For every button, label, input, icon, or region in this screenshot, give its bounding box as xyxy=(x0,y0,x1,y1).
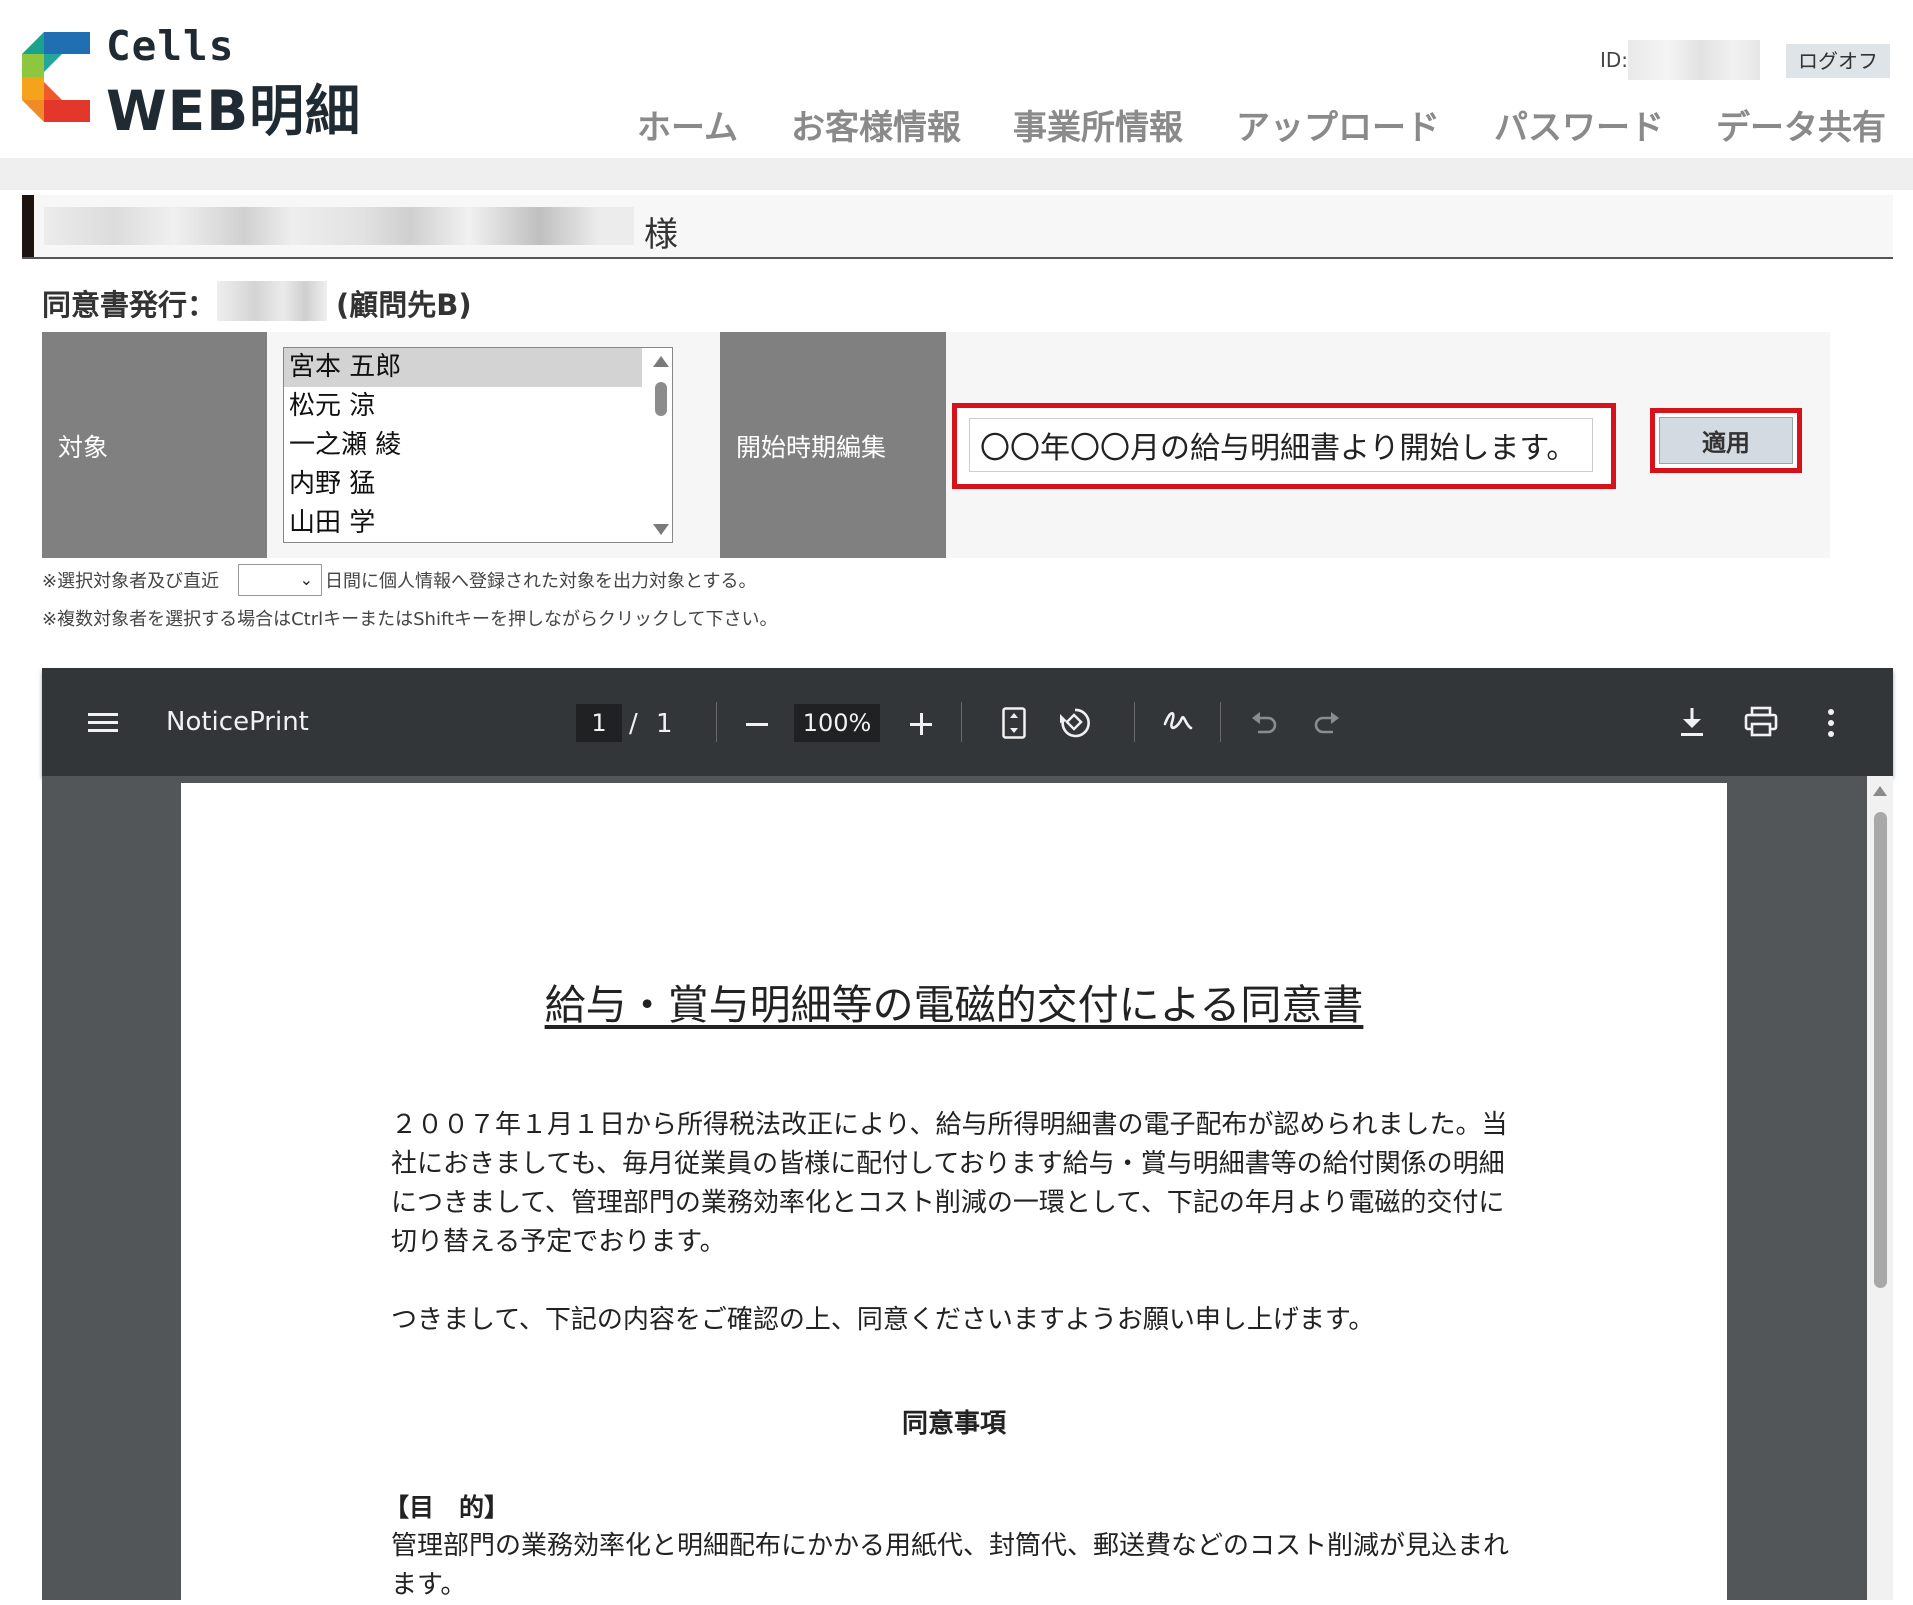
zoom-out-icon[interactable] xyxy=(746,713,768,735)
scroll-up-icon[interactable] xyxy=(1873,786,1887,796)
cells-logo-icon xyxy=(22,32,90,122)
toolbar-divider xyxy=(1134,702,1135,742)
user-id-redacted xyxy=(1628,40,1760,80)
employee-option[interactable]: 松元 涼 xyxy=(284,387,642,426)
employee-option[interactable]: 一之瀬 綾 xyxy=(284,426,642,465)
print-icon[interactable] xyxy=(1744,706,1778,738)
rotate-icon[interactable] xyxy=(1058,706,1092,740)
page-number-input[interactable]: 1 xyxy=(576,704,622,742)
listbox-scroll-thumb[interactable] xyxy=(655,382,667,416)
employee-option[interactable]: 内野 猛 xyxy=(284,465,642,504)
customer-bar-accent xyxy=(22,195,34,257)
note-days-after: 日間に個人情報へ登録された対象を出力対象とする。 xyxy=(325,571,757,592)
scroll-down-icon[interactable] xyxy=(653,524,669,535)
logo-cells-text: Cells xyxy=(106,22,235,70)
document-title: 給与・賞与明細等の電磁的交付による同意書 xyxy=(181,971,1727,1031)
pdf-page: 給与・賞与明細等の電磁的交付による同意書 ２００７年１月１日から所得税法改正によ… xyxy=(181,783,1727,1600)
start-period-input[interactable] xyxy=(969,418,1593,472)
target-label-cell: 対象 xyxy=(42,332,267,558)
note-days: ※選択対象者及び直近 xyxy=(42,567,219,593)
customer-name-redacted xyxy=(44,207,634,245)
apply-highlight: 適用 xyxy=(1650,408,1802,473)
logo-web-text: WEB明細 xyxy=(106,79,362,143)
download-icon[interactable] xyxy=(1678,706,1706,738)
undo-icon[interactable] xyxy=(1250,710,1278,736)
pdf-document-title: NoticePrint xyxy=(166,707,309,737)
document-paragraph-request: つきまして、下記の内容をご確認の上、同意くださいますようお願い申し上げます。 xyxy=(391,1305,1375,1335)
target-label: 対象 xyxy=(58,433,109,462)
apply-button[interactable]: 適用 xyxy=(1659,417,1793,464)
pdf-scroll-thumb[interactable] xyxy=(1874,812,1887,1288)
scroll-up-icon[interactable] xyxy=(653,356,669,367)
user-id-label: ID: xyxy=(1600,48,1629,72)
document-purpose-text: 管理部門の業務効率化と明細配布にかかる用紙代、封筒代、郵送費などのコスト削減が見… xyxy=(391,1531,1510,1600)
pdf-scrollbar[interactable] xyxy=(1867,776,1893,1600)
nav-office-info[interactable]: 事業所情報 xyxy=(1013,100,1183,149)
employee-listbox[interactable]: 宮本 五郎 松元 涼 一之瀬 綾 内野 猛 山田 学 xyxy=(283,347,673,543)
customer-honorific: 様 xyxy=(644,215,678,255)
fit-page-icon[interactable] xyxy=(1002,707,1026,739)
consent-title: 同意書発行： xyxy=(42,288,217,322)
nav-data-share[interactable]: データ共有 xyxy=(1716,100,1886,149)
page-total: 1 xyxy=(656,709,673,739)
zoom-in-icon[interactable] xyxy=(910,713,932,735)
nav-customer-info[interactable]: お客様情報 xyxy=(791,100,961,149)
nav-upload[interactable]: アップロード xyxy=(1236,100,1440,149)
page-separator: / xyxy=(629,709,638,739)
toolbar-divider xyxy=(1220,702,1221,742)
start-period-label: 開始時期編集 xyxy=(736,433,887,462)
chevron-down-icon: ⌄ xyxy=(299,570,313,589)
app-header: Cells WEB明細 ID: ログオフ ホーム お客様情報 事業所情報 アップ… xyxy=(0,0,1913,158)
consent-client-name: (顧問先B) xyxy=(336,288,472,322)
pdf-viewer-toolbar xyxy=(42,668,1893,776)
zoom-level-input[interactable]: 100% xyxy=(794,704,880,742)
document-title-text: 給与・賞与明細等の電磁的交付による同意書 xyxy=(544,981,1364,1029)
customer-name-bar: 様 xyxy=(22,195,1893,259)
redo-icon[interactable] xyxy=(1313,710,1341,736)
toolbar-divider xyxy=(961,702,962,742)
annotate-icon[interactable] xyxy=(1162,706,1194,738)
recent-days-select[interactable]: ⌄ xyxy=(238,564,322,596)
header-divider xyxy=(0,158,1913,190)
nav-password[interactable]: パスワード xyxy=(1494,100,1664,149)
menu-icon[interactable] xyxy=(88,711,118,735)
document-paragraph-intro: ２００７年１月１日から所得税法改正により、給与所得明細書の電子配布が認められまし… xyxy=(391,1110,1508,1257)
start-period-highlight xyxy=(952,403,1616,489)
note-days-before: ※選択対象者及び直近 xyxy=(42,571,220,592)
nav-home[interactable]: ホーム xyxy=(637,100,738,149)
more-icon[interactable] xyxy=(1826,708,1836,738)
listbox-scrollbar[interactable] xyxy=(648,348,672,542)
employee-option[interactable]: 宮本 五郎 xyxy=(284,348,642,387)
document-section-heading: 同意事項 xyxy=(901,1409,1006,1439)
employee-option[interactable]: 山田 学 xyxy=(284,504,642,542)
toolbar-divider xyxy=(716,702,717,742)
logoff-button[interactable]: ログオフ xyxy=(1786,44,1890,78)
start-period-label-cell: 開始時期編集 xyxy=(720,332,946,558)
document-purpose-heading: 【目 的】 xyxy=(384,1493,510,1522)
note-multi-select: ※複数対象者を選択する場合はCtrlキーまたはShiftキーを押しながらクリック… xyxy=(42,609,778,630)
consent-client-redacted xyxy=(217,281,327,321)
